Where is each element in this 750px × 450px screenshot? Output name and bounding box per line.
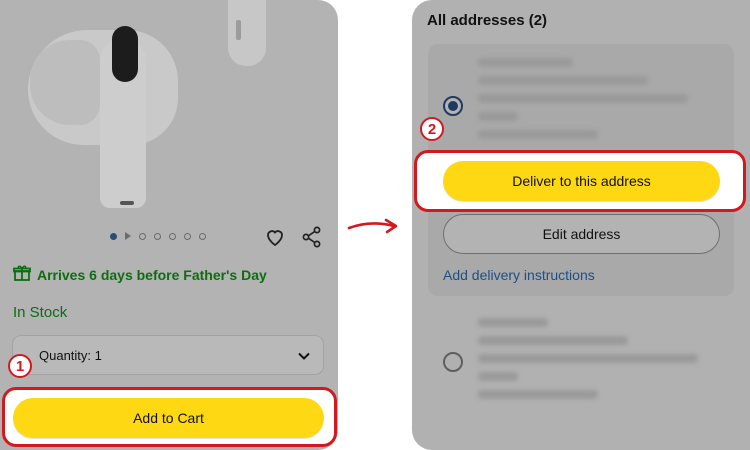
gift-icon — [13, 264, 31, 285]
addresses-heading: All addresses (2) — [427, 12, 548, 29]
image-carousel-dots[interactable] — [110, 232, 206, 240]
delivery-message: Arrives 6 days before Father's Day — [13, 264, 267, 285]
add-delivery-instructions-link[interactable]: Add delivery instructions — [443, 267, 595, 283]
deliver-to-address-button[interactable]: Deliver to this address — [443, 161, 720, 201]
carousel-dot[interactable] — [139, 232, 146, 240]
carousel-dot[interactable] — [110, 232, 117, 240]
carousel-dot[interactable] — [154, 232, 161, 240]
share-icon[interactable] — [300, 225, 324, 249]
carousel-video-icon[interactable] — [125, 232, 131, 240]
stock-status: In Stock — [13, 304, 68, 321]
quantity-select[interactable]: Quantity: 1 — [12, 335, 324, 375]
blurred-address-text — [478, 58, 573, 67]
carousel-dot[interactable] — [199, 232, 206, 240]
carousel-dot[interactable] — [184, 232, 191, 240]
delivery-message-text: Arrives 6 days before Father's Day — [37, 266, 267, 283]
arrow-right-icon — [346, 210, 402, 245]
edit-address-button[interactable]: Edit address — [443, 214, 720, 254]
blurred-address-text-2 — [478, 318, 548, 327]
quantity-value: 1 — [94, 348, 102, 363]
chevron-down-icon — [297, 349, 311, 368]
heart-icon[interactable] — [263, 225, 287, 249]
add-to-cart-button[interactable]: Add to Cart — [13, 398, 324, 438]
product-image-secondary-earbud — [228, 0, 266, 66]
quantity-label: Quantity: 1 — [39, 348, 102, 363]
step-badge-1: 1 — [8, 354, 32, 378]
carousel-dot[interactable] — [169, 232, 176, 240]
product-panel: Arrives 6 days before Father's Day In St… — [0, 0, 338, 450]
address-radio-selected[interactable] — [443, 96, 463, 116]
address-radio-unselected[interactable] — [443, 352, 463, 372]
step-badge-2: 2 — [420, 117, 444, 141]
